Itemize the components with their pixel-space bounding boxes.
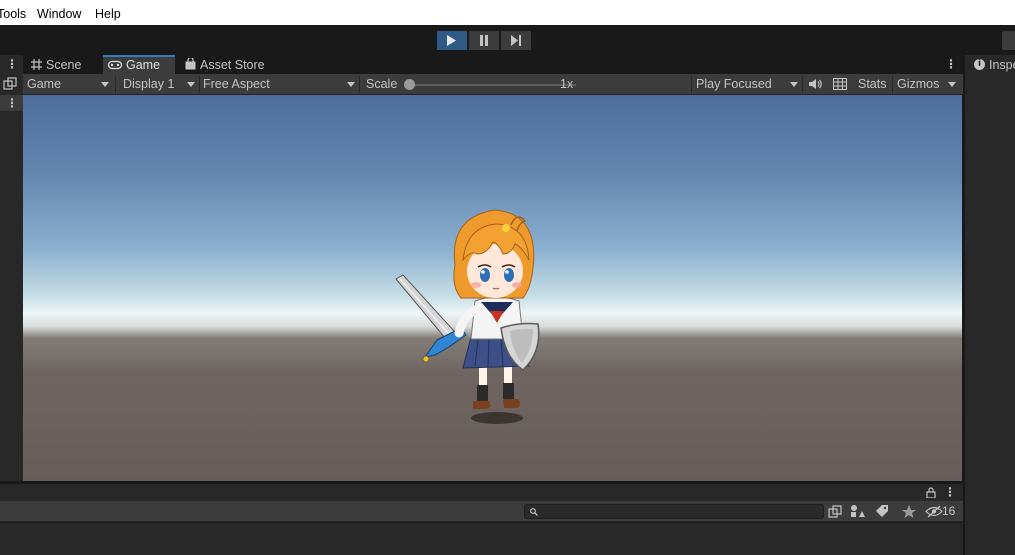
grid-icon: [31, 59, 42, 70]
play-toolbar: [0, 25, 1015, 55]
search-input[interactable]: [524, 504, 824, 519]
bag-icon: [185, 58, 196, 70]
chevron-down-icon: [101, 82, 109, 87]
console-body[interactable]: [0, 523, 963, 555]
tab-label: Asset Store: [200, 58, 265, 72]
gamepad-icon: [108, 60, 122, 70]
kebab-icon: ⋮: [6, 96, 18, 110]
step-icon: [511, 35, 521, 46]
menu-bar: Tools Window Help: [0, 0, 1015, 25]
hidden-count: 16: [942, 504, 956, 518]
display-dropdown[interactable]: Display 1: [123, 77, 174, 91]
scale-value: 1x: [560, 77, 574, 91]
kebab-menu-icon[interactable]: ⋮: [6, 58, 18, 70]
kebab-menu-icon[interactable]: ⋮: [945, 57, 957, 71]
lock-icon[interactable]: [926, 487, 936, 498]
inspector-panel: i Inspe: [963, 55, 1015, 555]
play-mode-dropdown[interactable]: Play Focused: [696, 77, 772, 91]
view-tab-bar: Scene Game Asset Store ⋮: [23, 55, 963, 75]
stats-grid-icon[interactable]: [833, 78, 847, 90]
search-icon: [530, 508, 538, 516]
copy-icon[interactable]: [827, 504, 845, 519]
pause-icon: [480, 35, 488, 46]
menu-window[interactable]: Window: [37, 7, 81, 21]
tab-asset-store[interactable]: Asset Store: [185, 55, 265, 75]
scale-slider-track[interactable]: [413, 84, 576, 86]
gizmos-button[interactable]: Gizmos: [897, 77, 939, 91]
tab-game[interactable]: Game: [103, 55, 175, 75]
info-icon: i: [974, 59, 985, 70]
inspector-tab[interactable]: Inspe: [989, 58, 1015, 72]
chevron-down-icon: [347, 82, 355, 87]
console-header: ⋮: [0, 484, 963, 501]
tab-scene[interactable]: Scene: [31, 55, 81, 75]
left-panel-strip: ⋮ ⋮: [0, 55, 23, 481]
menu-help[interactable]: Help: [95, 7, 121, 21]
game-character-sprite: [395, 209, 540, 424]
chevron-down-icon: [187, 82, 195, 87]
label-filter-icon[interactable]: [874, 504, 892, 519]
favorite-star-icon[interactable]: [900, 504, 918, 519]
type-filter-icon[interactable]: [849, 504, 867, 519]
chevron-down-icon: [948, 82, 956, 87]
maximize-icon[interactable]: [3, 77, 17, 91]
speaker-icon[interactable]: [809, 78, 822, 90]
account-button[interactable]: [1002, 31, 1015, 50]
game-mode-dropdown[interactable]: Game: [27, 77, 61, 91]
console-toolbar: 16: [0, 501, 963, 522]
pause-button[interactable]: [469, 31, 499, 50]
tab-label: Game: [126, 58, 161, 72]
stats-button[interactable]: Stats: [858, 77, 887, 91]
step-button[interactable]: [501, 31, 531, 50]
play-button[interactable]: [437, 31, 467, 50]
aspect-dropdown[interactable]: Free Aspect: [203, 77, 270, 91]
scale-slider-thumb[interactable]: [404, 79, 415, 90]
menu-tools[interactable]: Tools: [0, 7, 26, 21]
scale-label: Scale: [366, 77, 398, 91]
side-button[interactable]: ⋮: [0, 95, 23, 111]
play-icon: [447, 35, 456, 46]
tab-label: Scene: [46, 58, 82, 72]
hidden-eye-icon[interactable]: [925, 504, 943, 519]
game-toolbar: Game Display 1 Free Aspect Scale 1x Play…: [23, 74, 963, 95]
game-viewport[interactable]: [23, 95, 962, 481]
kebab-menu-icon[interactable]: ⋮: [944, 485, 956, 499]
chevron-down-icon: [790, 82, 798, 87]
